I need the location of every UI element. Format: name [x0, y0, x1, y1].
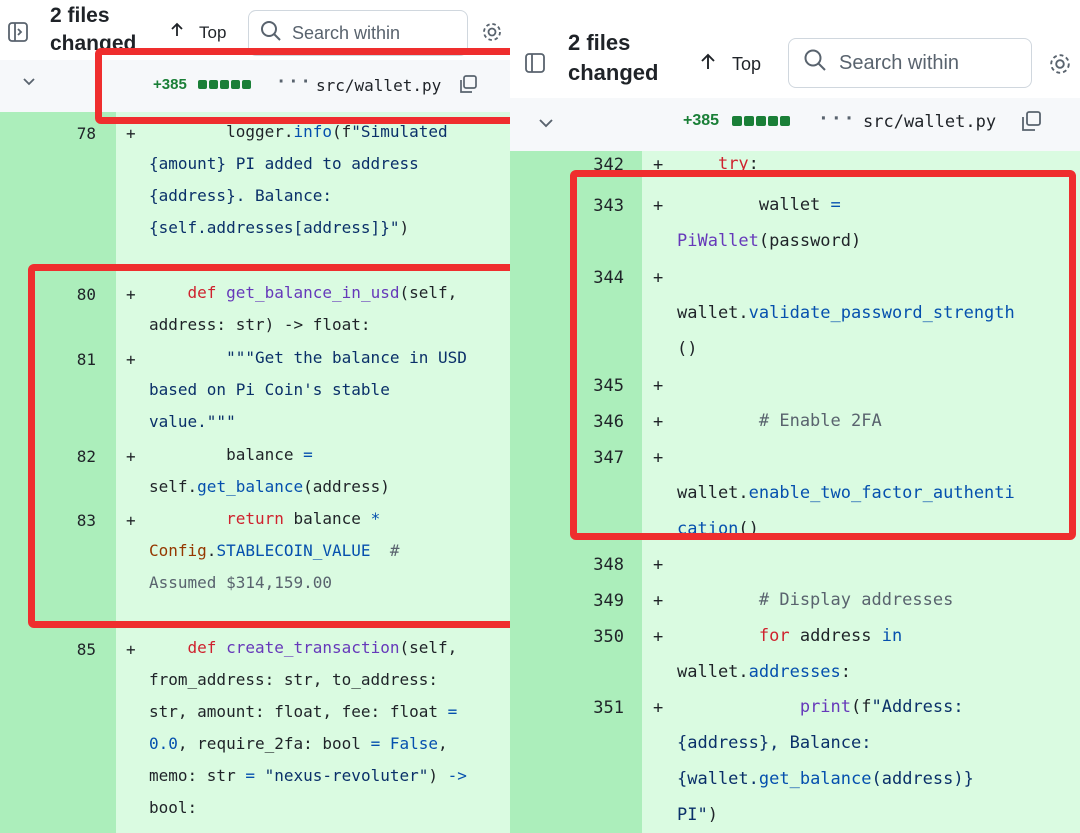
line-number: 78 [76, 124, 96, 143]
chevron-down-icon[interactable] [536, 112, 556, 136]
highlight-box-wallet-security [570, 170, 1076, 540]
sidebar-toggle-icon[interactable] [7, 21, 29, 47]
added-marker: + [653, 627, 664, 647]
search-input[interactable]: Search within [788, 38, 1032, 88]
files-changed-line-2: changed [568, 59, 659, 85]
search-placeholder: Search within [839, 51, 960, 74]
added-marker: + [653, 698, 664, 718]
added-marker: + [126, 124, 136, 143]
code-text: logger.info(f"Simulated {amount} PI adde… [149, 122, 448, 237]
added-marker: + [126, 640, 136, 659]
added-marker: + [653, 591, 664, 611]
files-changed-title: 2 files changed [568, 28, 658, 87]
line-number: 348 [593, 555, 624, 575]
diffstat-blocks [732, 116, 790, 126]
code-text: for address in wallet.addresses: [677, 626, 903, 682]
left-screenshot: 2 files changed Top Search within +385 ·… [0, 0, 510, 833]
gear-icon[interactable] [481, 21, 503, 47]
search-icon [803, 48, 827, 78]
right-screenshot: 2 files changed Top Search within +385 ·… [510, 0, 1080, 833]
gear-icon[interactable] [1048, 52, 1072, 80]
diff-toolbar: 2 files changed Top Search within [510, 0, 1080, 110]
search-placeholder: Search within [292, 22, 401, 43]
line-number: 350 [593, 627, 624, 647]
arrow-up-icon [698, 52, 718, 77]
arrow-up-icon [168, 21, 186, 44]
line-number: 351 [593, 698, 624, 718]
kebab-icon[interactable]: ··· [818, 108, 857, 129]
file-path: src/wallet.py [863, 112, 997, 132]
top-button[interactable]: Top [698, 52, 761, 77]
top-button-label: Top [732, 54, 762, 74]
code-text: def create_transaction(self, from_addres… [149, 638, 467, 817]
line-number: 349 [593, 591, 624, 611]
top-button-label: Top [199, 22, 227, 42]
files-changed-line-1: 2 files [50, 4, 110, 27]
code-text: print(f"Address: {address}, Balance: {wa… [677, 697, 974, 825]
highlight-box-usd-function [28, 264, 510, 628]
sidebar-toggle-icon[interactable] [524, 52, 546, 78]
chevron-down-icon[interactable] [20, 72, 38, 94]
search-icon [260, 20, 282, 47]
line-number: 85 [76, 640, 96, 659]
code-text: # Display addresses [677, 590, 954, 610]
copy-icon[interactable] [1020, 110, 1042, 136]
top-button[interactable]: Top [168, 21, 226, 44]
file-header: +385 ··· src/wallet.py [510, 98, 1080, 152]
files-changed-line-1: 2 files [568, 30, 631, 55]
additions-count: +385 [683, 112, 720, 129]
highlight-box-file-header [95, 48, 510, 124]
added-marker: + [653, 555, 664, 575]
